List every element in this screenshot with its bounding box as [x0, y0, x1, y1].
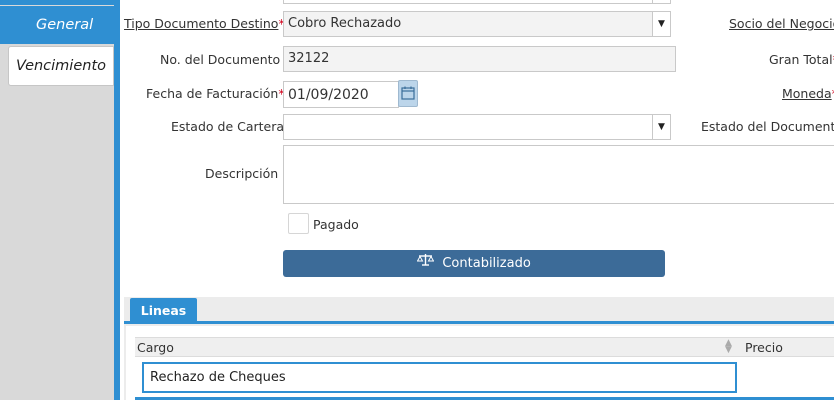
sort-icon[interactable]: ▲ ▼ [725, 339, 732, 355]
estado-documento-label: Estado del Documento* [701, 119, 834, 134]
lineas-grid-header: Cargo ▲ ▼ Precio [135, 337, 834, 357]
no-documento-label: No. del Documento [160, 52, 281, 67]
previous-field-right-partial [652, 0, 671, 4]
column-header-precio[interactable]: Precio [745, 340, 783, 355]
side-top-accent [0, 0, 114, 5]
socio-negocio-label: Socio del Negocio* [729, 16, 834, 31]
pagado-checkbox[interactable] [288, 213, 309, 234]
calendar-icon[interactable] [398, 80, 418, 107]
tab-lineas[interactable]: Lineas [130, 298, 197, 323]
side-tab-edge [114, 0, 120, 400]
moneda-label: Moneda* [782, 86, 834, 101]
fecha-facturacion-label: Fecha de Facturación* [146, 86, 285, 101]
tab-vencimiento[interactable]: Vencimiento [8, 46, 114, 86]
no-documento-field[interactable]: 32122 [283, 46, 676, 72]
contabilizado-label: Contabilizado [442, 256, 531, 271]
chevron-down-icon[interactable]: ▼ [652, 115, 670, 139]
balance-scale-icon [416, 249, 435, 276]
fecha-facturacion-field[interactable]: 01/09/2020 [283, 81, 399, 108]
pagado-label: Pagado [313, 217, 359, 232]
gran-total-label: Gran Total* [769, 52, 834, 67]
column-header-cargo[interactable]: Cargo [137, 340, 174, 355]
contabilizado-button[interactable]: Contabilizado [283, 250, 665, 277]
estado-cartera-label: Estado de Cartera [171, 119, 285, 134]
estado-cartera-select[interactable]: ▼ [283, 114, 671, 140]
tipo-documento-label: Tipo Documento Destino* [124, 16, 285, 31]
tab-general[interactable]: General [0, 6, 114, 44]
descripcion-label: Descripción [205, 166, 279, 181]
fecha-facturacion-value: 01/09/2020 [288, 87, 369, 103]
cargo-cell: Rechazo de Cheques [150, 370, 286, 385]
tipo-documento-value: Cobro Rechazado [288, 16, 402, 31]
lineas-tab-underline [124, 321, 834, 324]
descripcion-textarea[interactable] [283, 145, 834, 204]
no-documento-value: 32122 [288, 51, 330, 66]
previous-field-partial [283, 0, 671, 4]
tipo-documento-select[interactable]: Cobro Rechazado ▼ [283, 11, 671, 37]
table-row[interactable]: Rechazo de Cheques [142, 362, 737, 393]
chevron-down-icon[interactable]: ▼ [652, 12, 670, 36]
